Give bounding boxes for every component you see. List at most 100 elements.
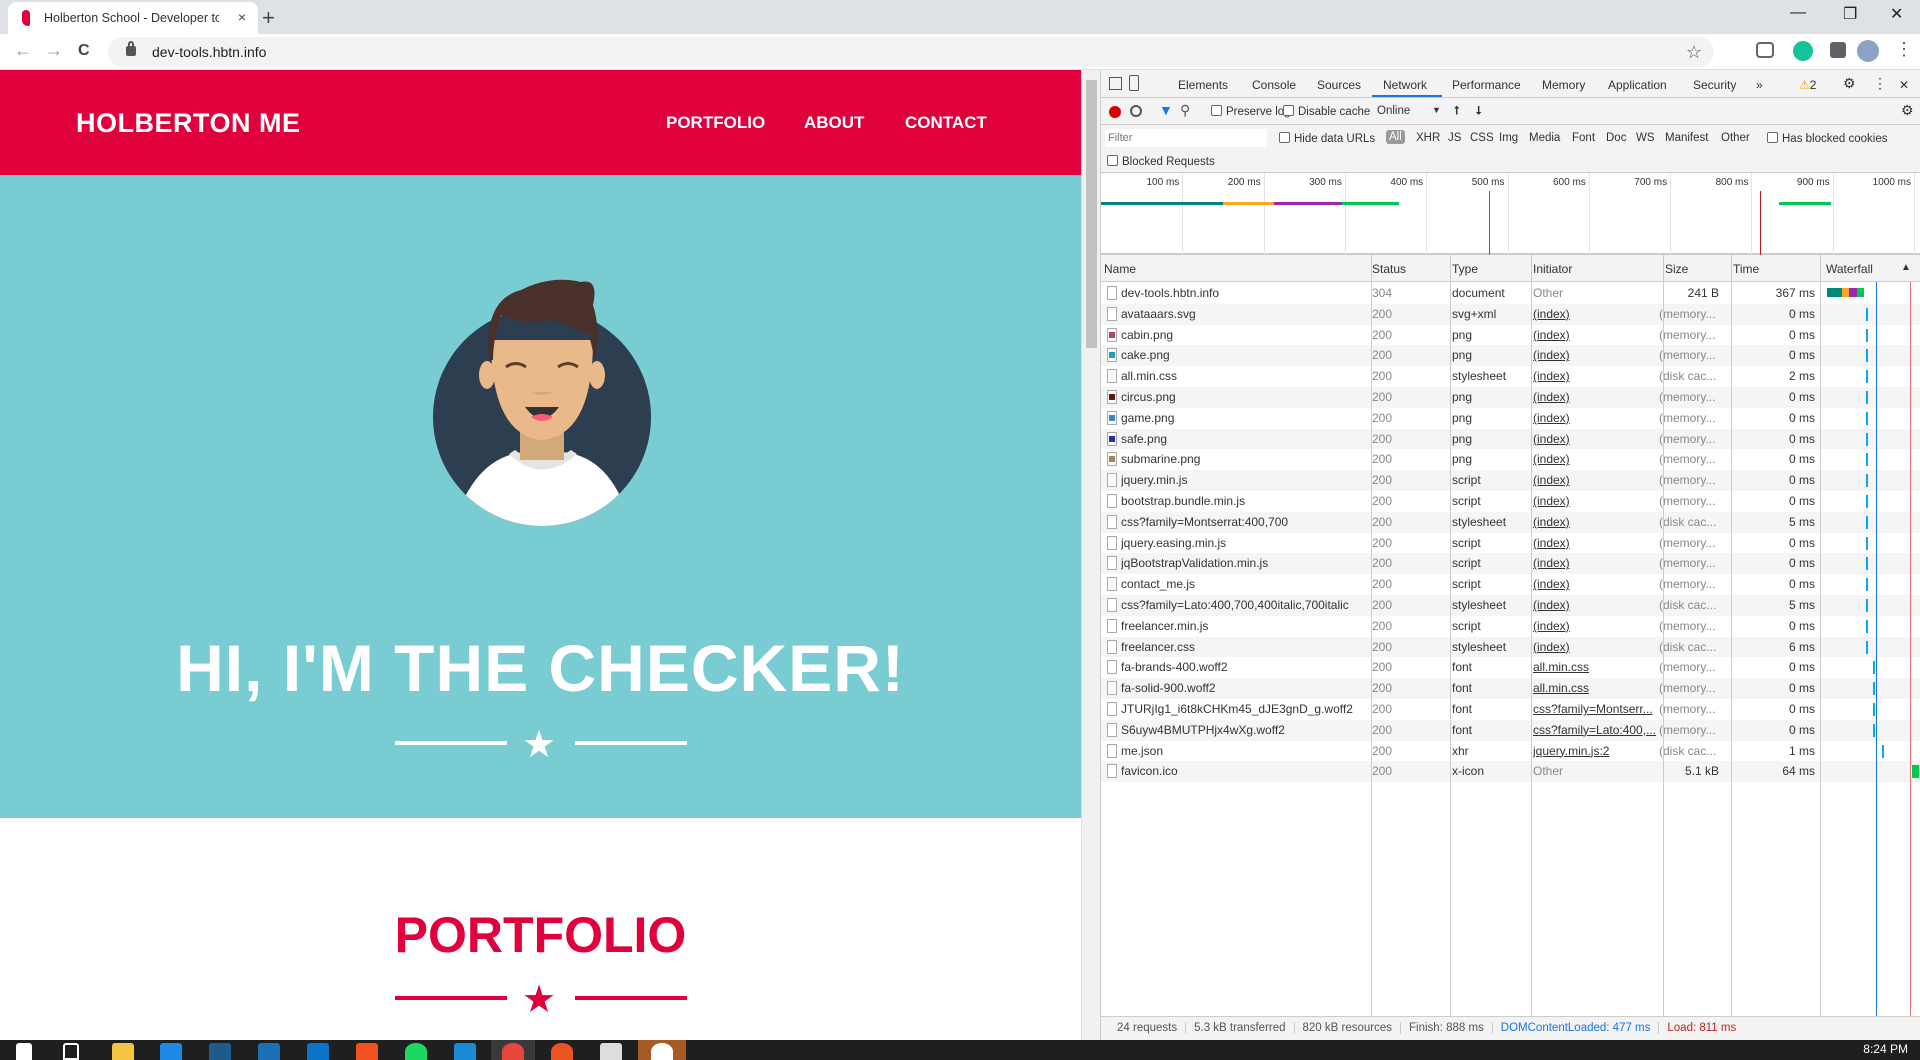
table-row[interactable]: bootstrap.bundle.min.js 200 script (index)(… — [1101, 491, 1920, 512]
record-button[interactable] — [1109, 106, 1121, 118]
preserve-log-checkbox[interactable]: Preserve log — [1211, 105, 1291, 118]
cell-initiator[interactable]: css?family=Lato:400,... — [1533, 720, 1658, 741]
mail-icon[interactable] — [160, 1043, 182, 1060]
cell-initiator[interactable]: (index) — [1533, 387, 1658, 408]
tab-memory[interactable]: Memory — [1542, 78, 1585, 92]
clear-icon[interactable] — [1130, 105, 1142, 117]
column-divider[interactable] — [1663, 255, 1664, 1016]
tab-performance[interactable]: Performance — [1452, 78, 1521, 92]
column-divider[interactable] — [1450, 255, 1451, 1016]
tab-sources[interactable]: Sources — [1317, 78, 1361, 92]
column-divider[interactable] — [1371, 255, 1372, 1016]
chrome-menu-icon[interactable]: ⋮ — [1895, 39, 1913, 60]
chrome-taskbar-active[interactable] — [491, 1040, 535, 1060]
cell-initiator[interactable]: (index) — [1533, 533, 1658, 554]
table-row[interactable]: cake.png 200 png (index) (memory... 0 ms — [1101, 345, 1920, 367]
cell-initiator[interactable]: css?family=Montserr... — [1533, 699, 1658, 720]
filter-type-media[interactable]: Media — [1529, 132, 1560, 144]
filter-type-css[interactable]: CSS — [1470, 132, 1494, 144]
table-row[interactable]: contact_me.js 200 script (index) (memory... 0… — [1101, 574, 1920, 595]
cell-initiator[interactable]: (index) — [1533, 449, 1658, 470]
inspect-element-icon[interactable] — [1109, 77, 1122, 90]
filter-type-doc[interactable]: Doc — [1606, 132, 1626, 144]
column-waterfall[interactable]: Waterfall — [1826, 262, 1873, 276]
table-row[interactable]: JTURjIg1_i6t8kCHKm45_dJE3gnD_g.woff2 200 f… — [1101, 699, 1920, 720]
tab-application[interactable]: Application — [1608, 78, 1667, 92]
has-blocked-cookies-checkbox[interactable]: Has blocked cookies — [1767, 132, 1887, 145]
tab-network[interactable]: Network — [1383, 78, 1427, 92]
app-icon-2[interactable] — [600, 1043, 622, 1060]
table-row[interactable]: css?family=Lato:400,700,400italic,700ita… — [1101, 595, 1920, 616]
trello-icon[interactable] — [307, 1043, 329, 1060]
back-button[interactable]: ← — [14, 40, 32, 61]
search-icon[interactable]: ⚲ — [1180, 102, 1190, 119]
bookmark-star-icon[interactable]: ☆ — [1686, 37, 1702, 67]
nav-contact[interactable]: CONTACT — [905, 113, 987, 133]
export-har-icon[interactable]: ⭣ — [1476, 105, 1481, 118]
reload-button[interactable]: C — [78, 42, 90, 60]
more-options-icon[interactable]: ⋮ — [1873, 75, 1887, 92]
cell-initiator[interactable]: (index) — [1533, 574, 1658, 595]
close-window-button[interactable]: ✕ — [1890, 4, 1903, 24]
cell-initiator[interactable]: (index) — [1533, 616, 1658, 637]
table-row[interactable]: avataaars.svg 200 svg+xml (index) (memory...… — [1101, 303, 1920, 325]
table-row[interactable]: jquery.easing.min.js 200 script (index) (mem… — [1101, 533, 1920, 554]
table-row[interactable]: jqBootstrapValidation.min.js 200 script (in… — [1101, 553, 1920, 575]
column-name[interactable]: Name — [1104, 262, 1136, 276]
nav-about[interactable]: ABOUT — [804, 113, 864, 133]
table-row[interactable]: fa-solid-900.woff2 200 font all.min.css (mem… — [1101, 678, 1920, 699]
blocked-requests-checkbox[interactable]: Blocked Requests — [1107, 155, 1215, 168]
cell-initiator[interactable]: (index) — [1533, 553, 1658, 574]
table-row[interactable]: submarine.png 200 png (index) (memory... 0 ms — [1101, 449, 1920, 470]
whatsapp-icon[interactable] — [209, 1043, 231, 1060]
minimize-button[interactable]: — — [1790, 4, 1806, 22]
filter-type-other[interactable]: Other — [1721, 132, 1750, 144]
grammarly-icon[interactable] — [1793, 41, 1813, 61]
filter-type-xhr[interactable]: XHR — [1416, 132, 1440, 144]
column-size[interactable]: Size — [1665, 262, 1688, 276]
more-tabs-button[interactable]: » — [1756, 78, 1763, 92]
brave-icon[interactable] — [356, 1043, 378, 1060]
slack-taskbar[interactable] — [638, 1040, 686, 1060]
spotify-icon[interactable] — [405, 1043, 427, 1060]
cell-initiator[interactable]: (index) — [1533, 637, 1658, 658]
table-row[interactable]: dev-tools.hbtn.info 304 document Other 241 B… — [1101, 283, 1920, 304]
ubuntu-icon[interactable] — [551, 1043, 573, 1060]
cell-initiator[interactable]: (index) — [1533, 325, 1658, 346]
warning-icon[interactable]: ⚠2 — [1799, 78, 1816, 92]
task-view-icon[interactable] — [63, 1043, 79, 1060]
restore-button[interactable]: ❐ — [1843, 4, 1857, 24]
cell-initiator[interactable]: (index) — [1533, 408, 1658, 429]
table-row[interactable]: S6uyw4BMUTPHjx4wXg.woff2 200 font css?famil… — [1101, 719, 1920, 741]
table-row[interactable]: cabin.png 200 png (index) (memory... 0 ms — [1101, 325, 1920, 346]
vscode-icon[interactable] — [454, 1043, 476, 1060]
hide-data-urls-checkbox[interactable]: Hide data URLs — [1279, 132, 1375, 145]
filter-type-manifest[interactable]: Manifest — [1665, 132, 1708, 144]
table-row[interactable]: all.min.css 200 stylesheet (index) (disk cac… — [1101, 366, 1920, 387]
column-divider[interactable] — [1820, 255, 1821, 1016]
forward-button[interactable]: → — [45, 40, 63, 61]
network-settings-gear-icon[interactable]: ⚙ — [1901, 102, 1914, 119]
tab-security[interactable]: Security — [1693, 78, 1736, 92]
cell-initiator[interactable]: (index) — [1533, 429, 1658, 450]
column-status[interactable]: Status — [1372, 262, 1406, 276]
page-scrollbar[interactable] — [1081, 70, 1100, 1040]
table-row[interactable]: freelancer.css 200 stylesheet (index) (disk … — [1101, 636, 1920, 658]
column-divider[interactable] — [1531, 255, 1532, 1016]
column-initiator[interactable]: Initiator — [1533, 262, 1572, 276]
page-scrollbar-thumb[interactable] — [1086, 80, 1097, 348]
cell-initiator[interactable]: (index) — [1533, 512, 1658, 533]
filter-type-all[interactable]: All — [1386, 130, 1405, 144]
new-tab-button[interactable]: + — [262, 5, 275, 31]
site-brand[interactable]: HOLBERTON ME — [76, 108, 301, 139]
extensions-puzzle-icon[interactable] — [1830, 42, 1846, 58]
close-devtools-icon[interactable]: ✕ — [1899, 78, 1909, 92]
filter-type-font[interactable]: Font — [1572, 132, 1595, 144]
nav-portfolio[interactable]: PORTFOLIO — [666, 113, 765, 133]
cell-initiator[interactable]: (index) — [1533, 491, 1658, 512]
profile-avatar[interactable] — [1857, 40, 1879, 62]
cell-initiator[interactable]: (index) — [1533, 345, 1658, 366]
filter-type-ws[interactable]: WS — [1636, 132, 1655, 144]
filter-type-img[interactable]: Img — [1499, 132, 1518, 144]
device-toolbar-icon[interactable] — [1129, 75, 1139, 91]
